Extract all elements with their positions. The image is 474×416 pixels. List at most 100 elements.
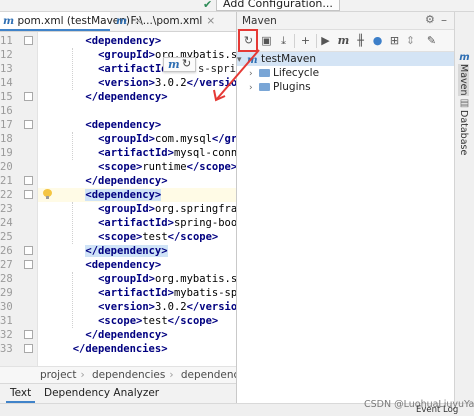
code-text: <artifactId>spring-boot-s (98, 217, 236, 229)
fold-marker-icon[interactable] (24, 260, 33, 269)
line-number: 15 (0, 91, 13, 103)
fold-marker-icon[interactable] (24, 190, 33, 199)
breadcrumb-separator: › (80, 369, 85, 381)
fold-marker-icon[interactable] (24, 120, 33, 129)
status-bar: CSDN @LuohuaLiuyuYan Event Log (0, 399, 474, 416)
maven-title: Maven (242, 15, 277, 27)
line-number: 25 (0, 231, 13, 243)
code-text: </dependency> (85, 91, 168, 103)
line-number: 17 (0, 119, 13, 131)
run-check-icon[interactable]: ✔ (203, 0, 212, 11)
fold-marker-icon[interactable] (24, 330, 33, 339)
generate-sources-icon[interactable]: ▣ (259, 33, 274, 48)
indent-guide (72, 48, 73, 90)
fold-marker-icon[interactable] (24, 92, 33, 101)
code-text: <scope>test</scope> (98, 315, 219, 327)
hide-panel-icon[interactable]: – (441, 13, 447, 27)
skip-tests-icon[interactable]: ● (370, 33, 385, 48)
code-text: <groupId>com.mysql</group (98, 133, 236, 145)
code-line[interactable] (38, 104, 236, 118)
chevron-right-icon[interactable]: › (249, 81, 259, 95)
line-number: 19 (0, 147, 13, 159)
add-maven-project-icon[interactable]: + (298, 33, 313, 48)
code-text: <version>3.0.2</version> (98, 301, 236, 313)
tree-item-plugins[interactable]: › Plugins (249, 80, 311, 94)
indent-guide (72, 272, 73, 328)
maven-settings-icon[interactable]: ✎ (424, 33, 439, 48)
maven-tool-window: Maven ⚙ – ↻ ▣ ⤓ + ▶ m ╫ ● ⊞ ⇕ ✎ ▾ m testMa… (236, 12, 455, 403)
code-text: <groupId>org.springframew (98, 203, 236, 215)
tree-item-testmaven[interactable]: ▾ m testMaven (237, 52, 455, 66)
line-number: 11 (0, 35, 13, 47)
reload-all-projects-icon[interactable]: ↻ (241, 33, 256, 48)
main-toolbar: ✔ Add Configuration... (0, 0, 474, 12)
code-text: </dependency> (85, 175, 168, 187)
code-text-continuation: s-sprin (198, 63, 236, 75)
tab-pom-testmaven[interactable]: m pom.xml (testMaven) × (0, 12, 143, 31)
code-text: </dependency> (85, 329, 168, 341)
line-number: 27 (0, 259, 13, 271)
toggle-offline-mode-icon[interactable]: ╫ (353, 33, 368, 48)
show-dependencies-icon[interactable]: ⊞ (387, 33, 402, 48)
line-number: 23 (0, 203, 13, 215)
run-maven-build-icon[interactable]: ▶ (318, 33, 333, 48)
code-editor[interactable]: 11 <dependency> 12 <groupId>org.mybatis.spr… (0, 32, 236, 366)
gear-icon[interactable]: ⚙ (425, 13, 435, 26)
line-number: 13 (0, 63, 13, 75)
breadcrumb-separator: › (169, 369, 174, 381)
fold-marker-icon[interactable] (24, 344, 33, 353)
tree-item-label: Lifecycle (273, 67, 320, 79)
maven-icon: m (168, 58, 180, 71)
line-number: 30 (0, 301, 13, 313)
line-number: 20 (0, 161, 13, 173)
folder-icon (259, 69, 270, 77)
tool-tab-maven[interactable]: Maven (458, 64, 469, 96)
tab-dependency-analyzer[interactable]: Dependency Analyzer (40, 384, 163, 403)
line-number: 28 (0, 273, 13, 285)
fold-marker-icon[interactable] (24, 36, 33, 45)
close-icon[interactable]: × (206, 15, 215, 27)
code-text: <scope>runtime</scope> (98, 161, 236, 173)
add-configuration-button[interactable]: Add Configuration... (216, 0, 340, 11)
maven-header: Maven ⚙ – (237, 12, 455, 30)
collapse-all-icon[interactable]: ⇕ (403, 33, 418, 48)
execute-maven-goal-icon[interactable]: m (336, 33, 351, 48)
maven-file-icon: m (116, 15, 128, 27)
fold-marker-icon[interactable] (24, 176, 33, 185)
tool-tab-database[interactable]: Database (458, 110, 469, 155)
tab-text[interactable]: Text (6, 384, 36, 403)
line-number: 21 (0, 175, 13, 187)
database-icon: ▤ (459, 98, 470, 109)
chevron-right-icon[interactable]: › (249, 67, 259, 81)
breadcrumb-item[interactable]: dependencies (92, 369, 165, 381)
maven-project-icon: m (247, 55, 258, 66)
download-sources-icon[interactable]: ⤓ (276, 33, 291, 48)
tree-item-lifecycle[interactable]: › Lifecycle (249, 66, 319, 80)
maven-reload-popup[interactable]: m ↻ (163, 57, 196, 72)
tab-pom-external[interactable]: m F:\...\pom.xml × (114, 12, 215, 31)
line-number: 22 (0, 189, 13, 201)
code-text: </dependencies> (72, 343, 168, 355)
code-text: <version>3.0.2</version> (98, 77, 236, 89)
bottom-tab-bar: Text Dependency Analyzer (0, 383, 236, 403)
right-tool-strip: m Maven ▤ Database (454, 12, 474, 403)
line-number: 33 (0, 343, 13, 355)
toolbar-separator (294, 34, 295, 48)
line-number: 29 (0, 287, 13, 299)
tree-item-label: testMaven (261, 53, 316, 65)
line-number: 31 (0, 315, 13, 327)
breadcrumb-item[interactable]: project (40, 369, 76, 381)
code-text: <dependency> (85, 259, 162, 271)
intention-bulb-icon[interactable] (43, 189, 52, 200)
indent-guide (72, 202, 73, 244)
chevron-down-icon[interactable]: ▾ (237, 53, 247, 67)
reload-icon[interactable]: ↻ (182, 57, 191, 71)
code-text: <dependency> (85, 119, 162, 131)
toolbar-separator (316, 34, 317, 48)
fold-marker-icon[interactable] (24, 246, 33, 255)
maven-file-icon: m (3, 15, 15, 27)
maven-toolbar: ↻ ▣ ⤓ + ▶ m ╫ ● ⊞ ⇕ ✎ (237, 29, 455, 52)
line-number: 14 (0, 77, 13, 89)
event-log-button[interactable]: Event Log (416, 405, 458, 415)
code-text: <dependency> (85, 189, 162, 201)
